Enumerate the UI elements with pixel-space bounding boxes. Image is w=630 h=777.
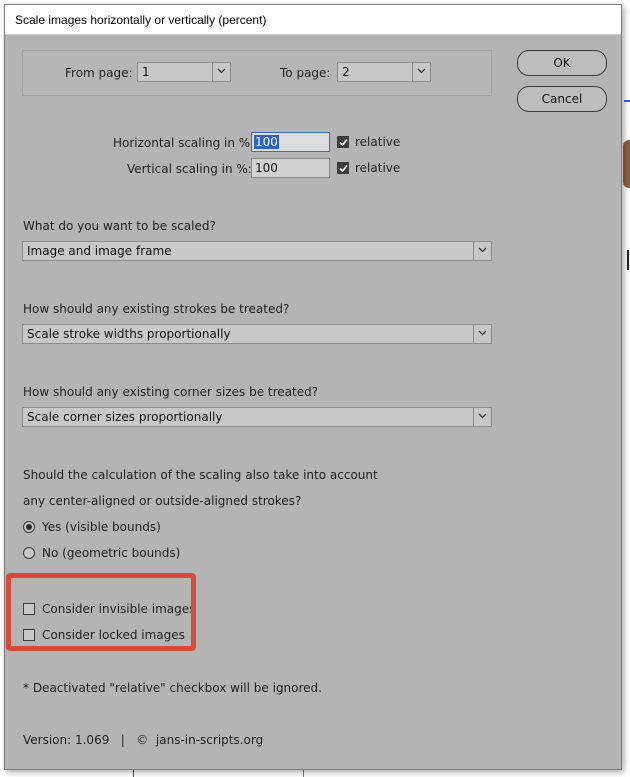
background-guide-mark (624, 100, 630, 102)
horizontal-scaling-label: Horizontal scaling in %: (113, 136, 255, 150)
background-frame-edge (627, 250, 629, 270)
chevron-down-icon[interactable] (473, 242, 491, 260)
dialog-titlebar[interactable]: Scale images horizontally or vertically … (5, 5, 621, 35)
what-scaled-question: What do you want to be scaled? (23, 219, 216, 233)
ok-button[interactable]: OK (517, 50, 607, 76)
vertical-relative-label: relative (355, 161, 401, 175)
version-info: Version: 1.069 | © jans-in-scripts.org (23, 733, 264, 747)
cancel-button[interactable]: Cancel (517, 86, 607, 112)
horizontal-scaling-value: 100 (254, 135, 279, 149)
horizontal-relative-checkbox[interactable] (337, 136, 349, 148)
horizontal-scaling-input[interactable]: 100 (251, 132, 330, 152)
what-scaled-select[interactable]: Image and image frame (22, 241, 492, 261)
to-page-select[interactable]: 2 (337, 62, 431, 82)
dialog-title: Scale images horizontally or vertically … (15, 13, 267, 27)
strokes-value: Scale stroke widths proportionally (27, 327, 231, 341)
chevron-down-icon[interactable] (473, 325, 491, 343)
from-page-select[interactable]: 1 (137, 62, 231, 82)
no-geometric-bounds-label: No (geometric bounds) (42, 546, 181, 560)
background-bleed-mark (303, 770, 304, 777)
to-page-label: To page: (280, 66, 331, 80)
strokes-select[interactable]: Scale stroke widths proportionally (22, 324, 492, 344)
background-page-bottom (133, 770, 630, 777)
vertical-scaling-label: Vertical scaling in %: (127, 162, 252, 176)
corners-select[interactable]: Scale corner sizes proportionally (22, 407, 492, 427)
page-range-group: From page: 1 To page: 2 (22, 50, 492, 96)
vertical-relative-checkbox[interactable] (337, 162, 349, 174)
chevron-down-icon[interactable] (212, 63, 230, 81)
chevron-down-icon[interactable] (473, 408, 491, 426)
vertical-scaling-input[interactable]: 100 (251, 158, 330, 178)
corners-value: Scale corner sizes proportionally (27, 410, 223, 424)
relative-note: * Deactivated "relative" checkbox will b… (23, 681, 322, 695)
what-scaled-value: Image and image frame (27, 244, 172, 258)
to-page-value: 2 (342, 65, 350, 79)
strokes-question: How should any existing strokes be treat… (23, 302, 290, 316)
horizontal-relative-label: relative (355, 135, 401, 149)
annotation-highlight-box (6, 573, 196, 651)
scale-images-dialog: Scale images horizontally or vertically … (4, 4, 622, 770)
yes-visible-bounds-label: Yes (visible bounds) (42, 520, 161, 534)
vertical-scaling-value: 100 (255, 161, 278, 175)
no-geometric-bounds-radio[interactable] (23, 547, 35, 559)
yes-visible-bounds-radio[interactable] (23, 521, 35, 533)
background-image-fragment (623, 140, 630, 188)
bounds-question-line2: any center-aligned or outside-aligned st… (23, 494, 302, 508)
chevron-down-icon[interactable] (412, 63, 430, 81)
bounds-question-line1: Should the calculation of the scaling al… (23, 468, 378, 482)
from-page-value: 1 (142, 65, 150, 79)
corners-question: How should any existing corner sizes be … (23, 385, 319, 399)
from-page-label: From page: (65, 66, 133, 80)
